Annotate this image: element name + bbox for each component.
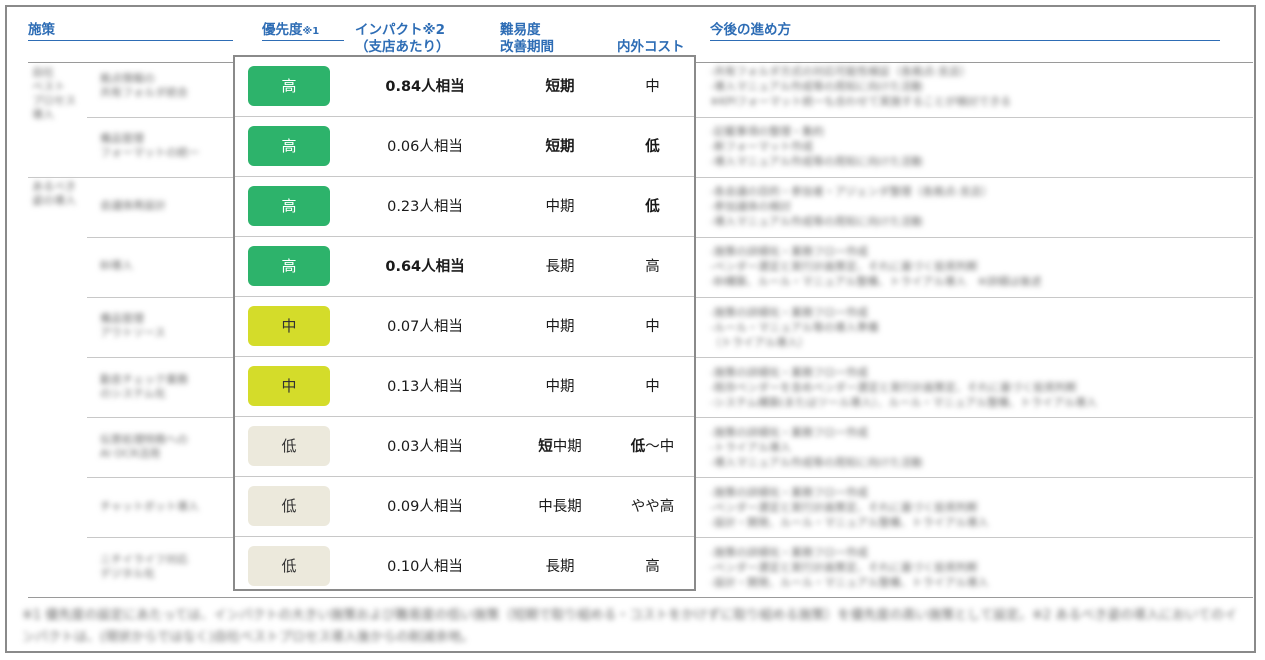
next-steps-text: -共有フォルダ方式の対応可能性検証（各拠点-支店） -導入マニュアル作成等の周知… <box>710 65 1012 108</box>
cost-value: 中 <box>645 319 660 335</box>
next-steps-text: -施策の詳細化・業務フロー作成 -トライアル導入 -導入マニュアル作成等の周知に… <box>710 426 923 469</box>
measure-name: 拠点情報の 共有フォルダ統合 <box>100 72 188 99</box>
table-row: 高 0.64人相当 長期 高 <box>235 237 694 297</box>
header-underline-measure <box>28 40 233 41</box>
next-steps-text: -記載事項の整理・集約 -新フォーマット作成 -導入マニュアル作成等の周知に向け… <box>710 125 923 168</box>
header-next-steps: 今後の進め方 <box>710 22 791 38</box>
table-row: 低 0.10人相当 長期 高 <box>235 537 694 597</box>
next-steps-text: -施策の詳細化・業務フロー作成 -ベンダー選定と実行計画策定、それに基づく投資判… <box>710 486 989 529</box>
next-steps-text: -施策の詳細化・業務フロー作成 -ベンダー選定と実行計画策定、それに基づく投資判… <box>710 546 989 589</box>
table-row: 低 0.09人相当 中長期 やや高 <box>235 477 694 537</box>
impact-value: 0.03人相当 <box>387 439 463 455</box>
measure-name: 勤怠チェック業務 のシステム化 <box>100 373 188 400</box>
header-underline-next-steps <box>710 40 1220 41</box>
priority-badge: 中 <box>248 366 330 406</box>
footnote: ※1 優先度の設定にあたっては、インパクトの大きい施策および難易度の低い施策（短… <box>22 608 1237 645</box>
measure-name: BI導入 <box>100 259 133 272</box>
header-impact: インパクト※2 <box>355 22 446 38</box>
header-measure: 施策 <box>28 22 55 38</box>
impact-value: 0.06人相当 <box>387 139 463 155</box>
period-value: 短期 <box>545 79 575 95</box>
cost-value: 高 <box>645 259 660 275</box>
header-cost: 内外コスト <box>617 39 685 55</box>
period-rest: 中期 <box>552 439 582 455</box>
cost-bold-part: 低 <box>630 439 646 455</box>
table-bottom-rule <box>28 597 1253 598</box>
next-steps-text: -施策の詳細化・業務フロー作成 -ベンダー選定と実行計画策定、それに基づく投資判… <box>710 245 1042 288</box>
priority-impact-difficulty-panel: 高 0.84人相当 短期 中 高 0.06人相当 短期 低 高 0.23人相当 … <box>233 55 696 591</box>
table-row: 低 0.03人相当 短中期 低〜中 <box>235 417 694 477</box>
next-steps-text: -施策の詳細化・業務フロー作成 -ルール・マニュアル等の導入準備 （トライアル導… <box>710 306 879 349</box>
impact-value: 0.07人相当 <box>387 319 463 335</box>
header-underline-priority <box>262 40 344 41</box>
header-period: 改善期間 <box>500 39 554 55</box>
cost-value: 低〜中 <box>605 417 700 477</box>
measure-name: 会議体再設計 <box>100 199 166 212</box>
impact-value: 0.13人相当 <box>387 379 463 395</box>
cost-value: 低 <box>645 199 660 215</box>
cost-value: 中 <box>645 379 660 395</box>
priority-badge: 高 <box>248 246 330 286</box>
cost-value: 高 <box>645 559 660 575</box>
cost-rest: 〜中 <box>645 439 675 455</box>
table-row: 高 0.23人相当 中期 低 <box>235 177 694 237</box>
period-value: 中期 <box>545 379 575 395</box>
priority-badge: 低 <box>248 546 330 586</box>
table-row: 高 0.84人相当 短期 中 <box>235 57 694 117</box>
measure-name: 備品管理 アウトソース <box>100 312 166 339</box>
period-value: 中長期 <box>538 499 582 515</box>
cost-value: 中 <box>645 79 660 95</box>
measure-name: ニチイライフ対応 デジタル化 <box>100 553 188 580</box>
period-value: 長期 <box>545 559 575 575</box>
table-row: 中 0.13人相当 中期 中 <box>235 357 694 417</box>
period-value: 中期 <box>545 199 575 215</box>
impact-value: 0.10人相当 <box>387 559 463 575</box>
impact-value: 0.64人相当 <box>385 259 465 275</box>
group-label-ideal-state: あるべき 姿の導入 <box>32 180 76 207</box>
table-row: 中 0.07人相当 中期 中 <box>235 297 694 357</box>
priority-badge: 高 <box>248 126 330 166</box>
priority-badge: 中 <box>248 306 330 346</box>
priority-badge: 高 <box>248 66 330 106</box>
measure-name: チャットボット導入 <box>100 500 199 513</box>
next-steps-text: -施策の詳細化・業務フロー作成 -既存ベンダーを含めベンダー選定と実行計画策定、… <box>710 366 1097 409</box>
header-priority: 優先度※1 <box>262 22 320 38</box>
next-steps-text: -各会議の目的・参加者・アジェンダ整理（各拠点-支店） -参加議体の検討 -導入… <box>710 185 993 228</box>
header-impact-sub: （支店あたり） <box>355 39 450 55</box>
header-difficulty: 難易度 <box>500 22 541 38</box>
period-bold-part: 短 <box>538 439 553 455</box>
table-row: 高 0.06人相当 短期 低 <box>235 117 694 177</box>
priority-badge: 低 <box>248 486 330 526</box>
cost-value: 低 <box>645 139 660 155</box>
period-value: 短期 <box>545 139 575 155</box>
impact-value: 0.09人相当 <box>387 499 463 515</box>
impact-value: 0.23人相当 <box>387 199 463 215</box>
group-label-best-process: 自社 ベスト プロセス 導入 <box>32 66 76 121</box>
measure-name: 伝票処理特務への AI OCR活用 <box>100 433 188 460</box>
period-value: 中期 <box>545 319 575 335</box>
priority-badge: 低 <box>248 426 330 466</box>
measure-name: 備品管理 フォーマットの統一 <box>100 132 199 159</box>
impact-value: 0.84人相当 <box>385 79 465 95</box>
priority-badge: 高 <box>248 186 330 226</box>
period-value: 長期 <box>545 259 575 275</box>
period-value: 短中期 <box>515 417 605 477</box>
cost-value: やや高 <box>630 499 675 515</box>
